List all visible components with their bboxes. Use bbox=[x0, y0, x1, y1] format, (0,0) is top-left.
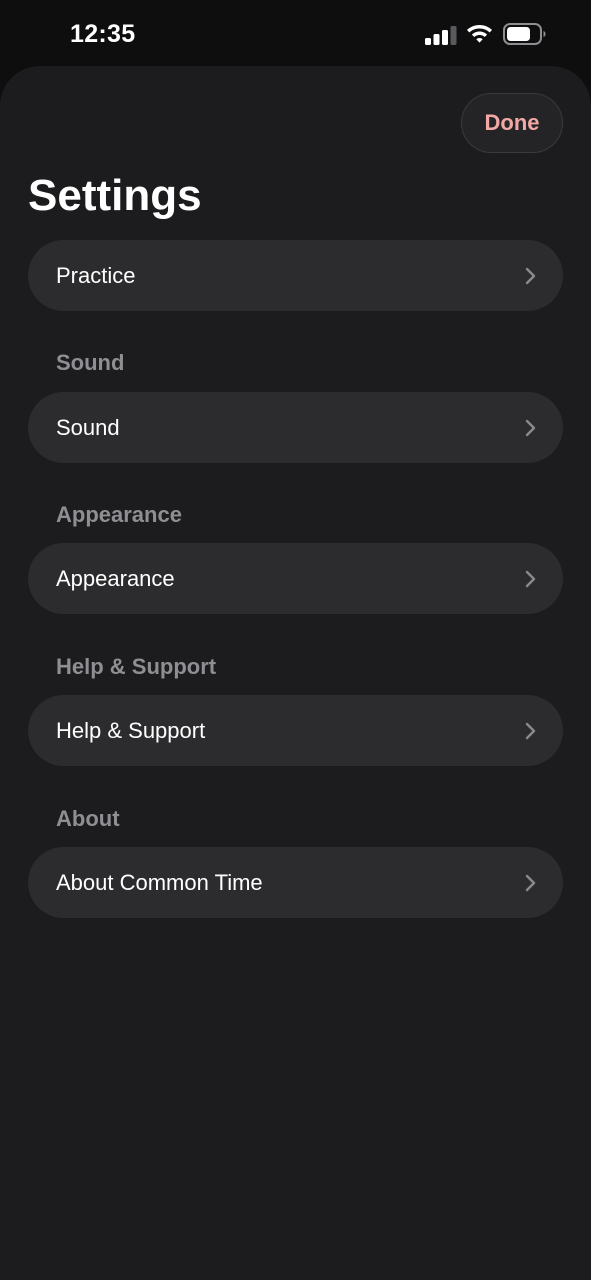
battery-icon bbox=[503, 23, 546, 45]
section-header-sound: Sound bbox=[56, 350, 125, 375]
settings-row-practice[interactable]: Practice bbox=[28, 240, 563, 311]
signal-icon bbox=[425, 26, 457, 45]
chevron-right-icon bbox=[525, 267, 536, 284]
settings-row-help-support[interactable]: Help & Support bbox=[28, 695, 563, 766]
row-label: Help & Support bbox=[56, 717, 206, 743]
settings-screen: 12:35 Done Settings Practice Sound Sound… bbox=[0, 0, 591, 1280]
chevron-right-icon bbox=[525, 419, 536, 436]
page-title: Settings bbox=[28, 171, 202, 220]
done-button[interactable]: Done bbox=[461, 93, 563, 153]
section-header-appearance: Appearance bbox=[56, 502, 182, 527]
section-header-about: About bbox=[56, 806, 120, 831]
settings-sheet: Done Settings Practice Sound Sound Appea… bbox=[0, 66, 591, 1280]
row-label: About Common Time bbox=[56, 869, 263, 895]
chevron-right-icon bbox=[525, 722, 536, 739]
section-header-help-support: Help & Support bbox=[56, 654, 217, 679]
status-time: 12:35 bbox=[70, 20, 136, 48]
chevron-right-icon bbox=[525, 570, 536, 587]
wifi-icon bbox=[467, 25, 492, 43]
settings-row-sound[interactable]: Sound bbox=[28, 392, 563, 463]
status-bar: 12:35 bbox=[0, 0, 591, 66]
settings-row-about[interactable]: About Common Time bbox=[28, 847, 563, 918]
row-label: Sound bbox=[56, 414, 120, 440]
row-label: Practice bbox=[56, 262, 136, 288]
row-label: Appearance bbox=[56, 565, 175, 591]
settings-row-appearance[interactable]: Appearance bbox=[28, 543, 563, 614]
chevron-right-icon bbox=[525, 874, 536, 891]
